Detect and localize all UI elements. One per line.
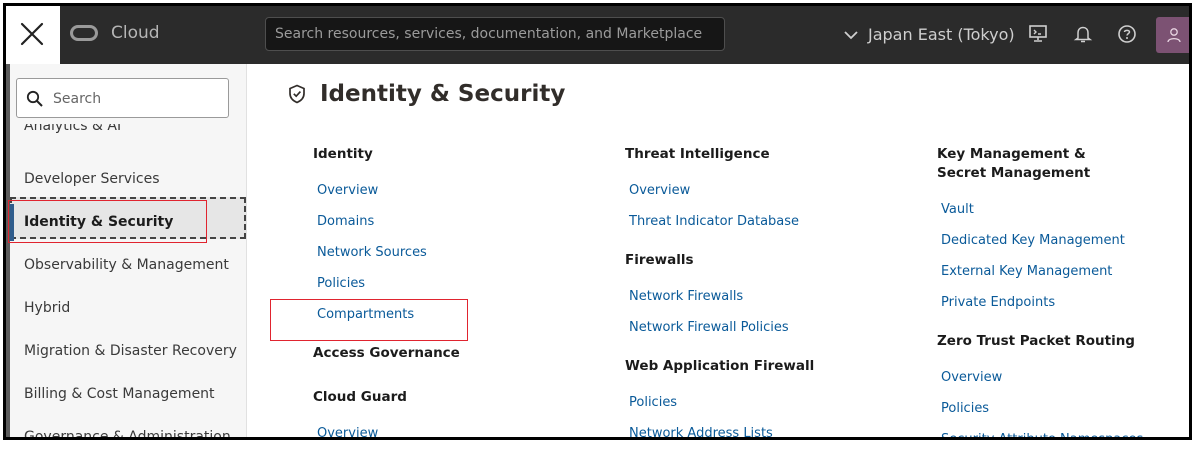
page-title: Identity & Security: [320, 81, 566, 107]
sidebar-item-billing[interactable]: Billing & Cost Management: [24, 386, 215, 402]
sidebar-item-developer-services[interactable]: Developer Services: [24, 171, 160, 187]
close-icon: [20, 22, 44, 46]
link-dedicated-key-management[interactable]: Dedicated Key Management: [941, 233, 1125, 248]
sidebar-item-governance[interactable]: Governance & Administration: [24, 429, 231, 437]
sidebar-item-analytics-ai[interactable]: Analytics & AI: [24, 124, 121, 138]
link-waf-policies[interactable]: Policies: [629, 395, 677, 410]
sidebar-item-hybrid[interactable]: Hybrid: [24, 300, 70, 316]
search-icon: [26, 90, 43, 107]
top-navigation-bar: Cloud Japan East (Tokyo): [6, 6, 1189, 64]
link-identity-overview[interactable]: Overview: [317, 183, 378, 198]
link-vault[interactable]: Vault: [941, 202, 974, 217]
link-private-endpoints[interactable]: Private Endpoints: [941, 295, 1055, 310]
section-cloud-guard-title: Cloud Guard: [313, 389, 407, 405]
region-selector[interactable]: Japan East (Tokyo): [844, 25, 1015, 44]
link-identity-domains[interactable]: Domains: [317, 214, 374, 229]
section-waf-title: Web Application Firewall: [625, 358, 815, 374]
sidebar-item-observability[interactable]: Observability & Management: [24, 257, 229, 273]
section-threat-intelligence-title: Threat Intelligence: [625, 146, 770, 162]
sidebar-search[interactable]: [16, 78, 229, 119]
chevron-down-icon: [844, 30, 858, 39]
section-access-governance-title[interactable]: Access Governance: [313, 344, 460, 363]
highlight-box-sidebar: [8, 200, 207, 243]
link-identity-policies[interactable]: Policies: [317, 276, 365, 291]
link-security-attribute-namespaces[interactable]: Security Attribute Namespaces: [941, 432, 1143, 437]
link-network-firewalls[interactable]: Network Firewalls: [629, 289, 743, 304]
user-icon: [1167, 28, 1181, 43]
global-search[interactable]: [265, 17, 725, 51]
bell-icon[interactable]: [1073, 24, 1093, 44]
category-sidebar: Analytics & AI Developer Services Identi…: [6, 64, 247, 437]
link-threat-overview[interactable]: Overview: [629, 183, 690, 198]
oracle-cloud-logo[interactable]: Cloud: [70, 23, 160, 43]
highlight-box-compartments: [270, 299, 468, 341]
sidebar-item-migration[interactable]: Migration & Disaster Recovery: [24, 343, 237, 359]
close-menu-button[interactable]: [6, 6, 60, 64]
section-identity-title: Identity: [313, 146, 373, 162]
logo-text: Cloud: [111, 23, 160, 43]
link-cloud-guard-overview[interactable]: Overview: [317, 426, 378, 437]
link-identity-network-sources[interactable]: Network Sources: [317, 245, 427, 260]
link-threat-indicator-database[interactable]: Threat Indicator Database: [629, 214, 799, 229]
global-search-input[interactable]: [266, 18, 724, 50]
user-profile-button[interactable]: [1156, 17, 1189, 53]
sidebar-item-label: Analytics & AI: [24, 124, 122, 134]
section-firewalls-title: Firewalls: [625, 252, 694, 268]
section-zpr-title: Zero Trust Packet Routing: [937, 333, 1135, 349]
oracle-logo-icon: [70, 25, 98, 41]
link-zpr-overview[interactable]: Overview: [941, 370, 1002, 385]
sidebar-scrollbar[interactable]: [6, 64, 10, 437]
page-title-row: Identity & Security: [288, 81, 565, 107]
section-key-management-title: Key Management & Secret Management: [937, 146, 1091, 181]
help-icon[interactable]: [1117, 24, 1137, 44]
cloud-shell-icon[interactable]: [1028, 24, 1048, 44]
link-network-firewall-policies[interactable]: Network Firewall Policies: [629, 320, 789, 335]
app-window: Cloud Japan East (Tokyo): [3, 3, 1192, 440]
link-network-address-lists[interactable]: Network Address Lists: [629, 426, 773, 437]
shield-check-icon: [289, 84, 305, 104]
sidebar-search-input[interactable]: [51, 79, 225, 119]
link-zpr-policies[interactable]: Policies: [941, 401, 989, 416]
link-external-key-management[interactable]: External Key Management: [941, 264, 1112, 279]
region-label: Japan East (Tokyo): [868, 25, 1015, 44]
